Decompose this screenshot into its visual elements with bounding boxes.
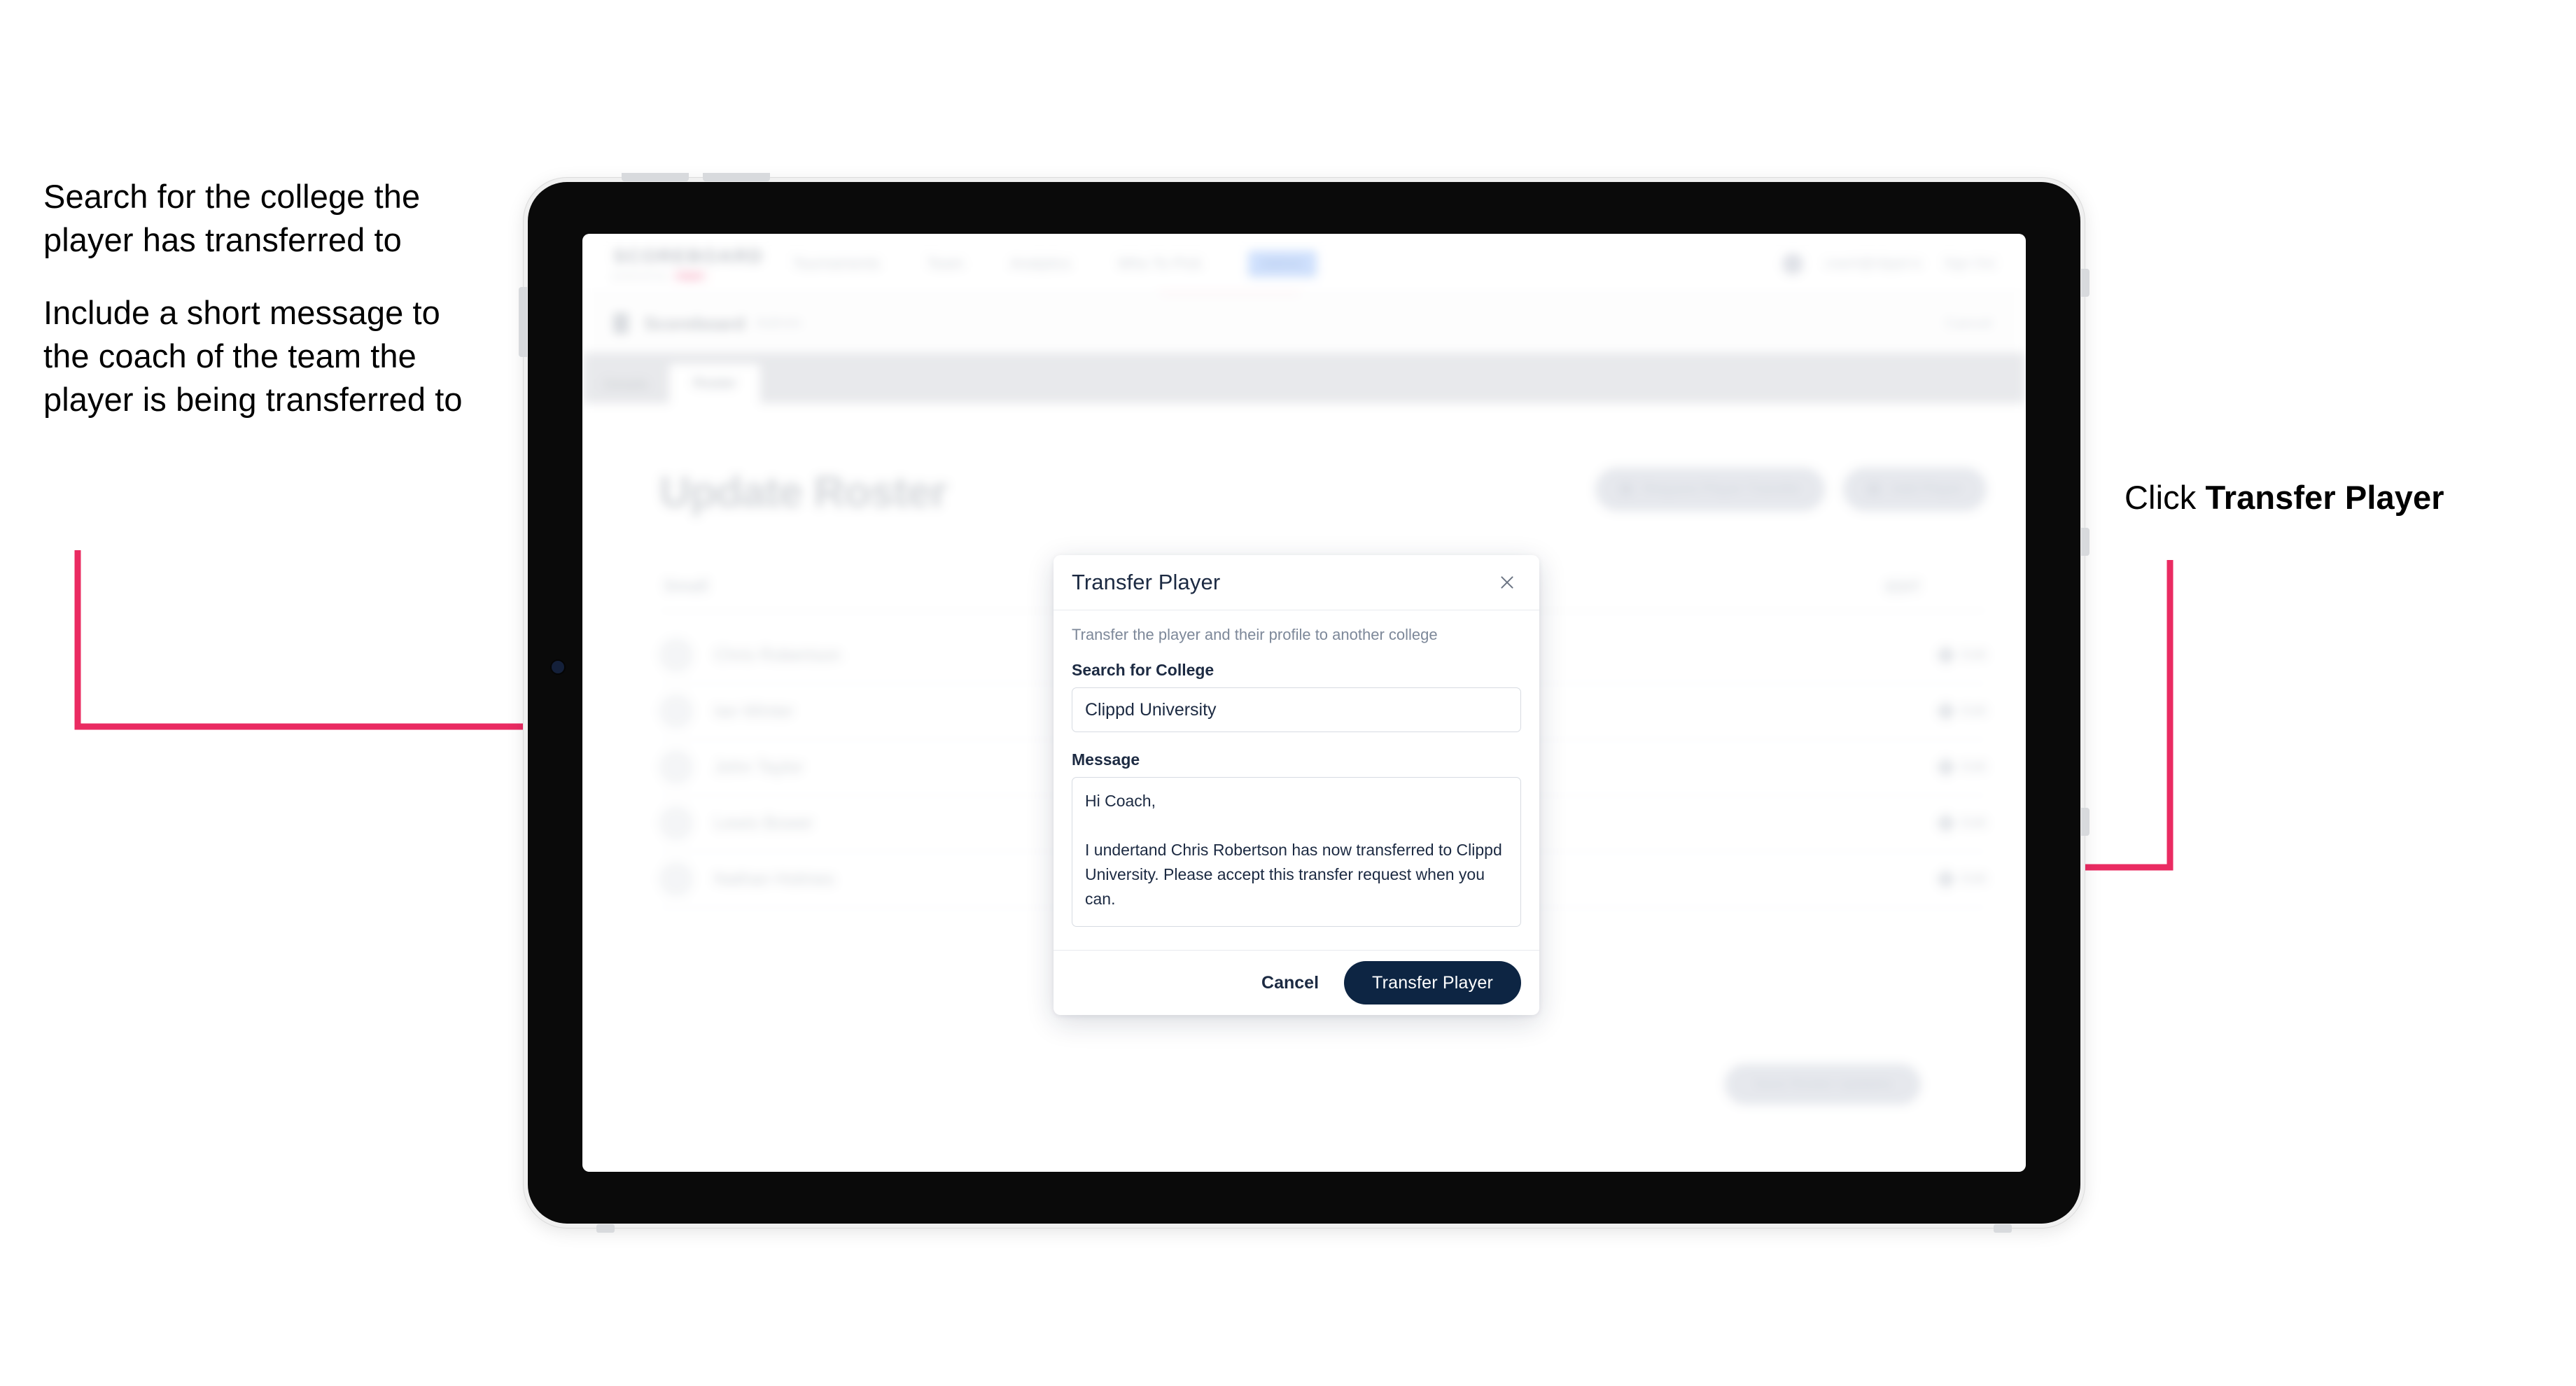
college-field-label: Search for College [1072, 661, 1214, 679]
message-textarea[interactable]: Hi Coach, I undertand Chris Robertson ha… [1072, 777, 1521, 927]
message-field-label: Message [1072, 750, 1140, 769]
side-connector-a [2081, 269, 2090, 297]
annotation-right-prefix: Click [2124, 479, 2206, 516]
bottom-antenna-a [596, 1224, 615, 1233]
side-connector-b [2081, 528, 2090, 556]
annotation-right: Click Transfer Player [2124, 476, 2544, 519]
annotation-left-line-1: Search for the college the player has tr… [43, 178, 421, 259]
modal-layer: Transfer Player Transfer the player and … [582, 234, 2026, 1172]
close-icon[interactable] [1493, 568, 1521, 596]
front-camera-icon [552, 661, 564, 673]
bottom-antenna-b [1994, 1224, 2012, 1233]
annotation-left: Search for the college the player has tr… [43, 175, 477, 421]
dialog-footer: Cancel Transfer Player [1054, 950, 1539, 1015]
dialog-header: Transfer Player [1054, 555, 1539, 610]
transfer-player-button[interactable]: Transfer Player [1344, 961, 1521, 1004]
dialog-body: Transfer the player and their profile to… [1054, 610, 1539, 950]
dialog-subtitle: Transfer the player and their profile to… [1072, 626, 1438, 643]
volume-down-button[interactable] [703, 173, 770, 181]
annotation-right-bold: Transfer Player [2205, 479, 2444, 516]
tablet-screen: SCOREBOARD powered by clippd Tournaments… [582, 234, 2026, 1172]
side-connector-c [2081, 808, 2090, 836]
dialog-title: Transfer Player [1072, 570, 1221, 594]
annotation-left-line-2: Include a short message to the coach of … [43, 294, 463, 419]
volume-up-button[interactable] [622, 173, 689, 181]
cancel-button[interactable]: Cancel [1259, 967, 1322, 999]
tablet-device-frame: SCOREBOARD powered by clippd Tournaments… [519, 173, 2090, 1233]
power-button[interactable] [519, 287, 527, 357]
transfer-player-dialog: Transfer Player Transfer the player and … [1054, 555, 1539, 1015]
tablet-bezel: SCOREBOARD powered by clippd Tournaments… [528, 182, 2080, 1224]
search-college-input[interactable] [1072, 687, 1521, 732]
